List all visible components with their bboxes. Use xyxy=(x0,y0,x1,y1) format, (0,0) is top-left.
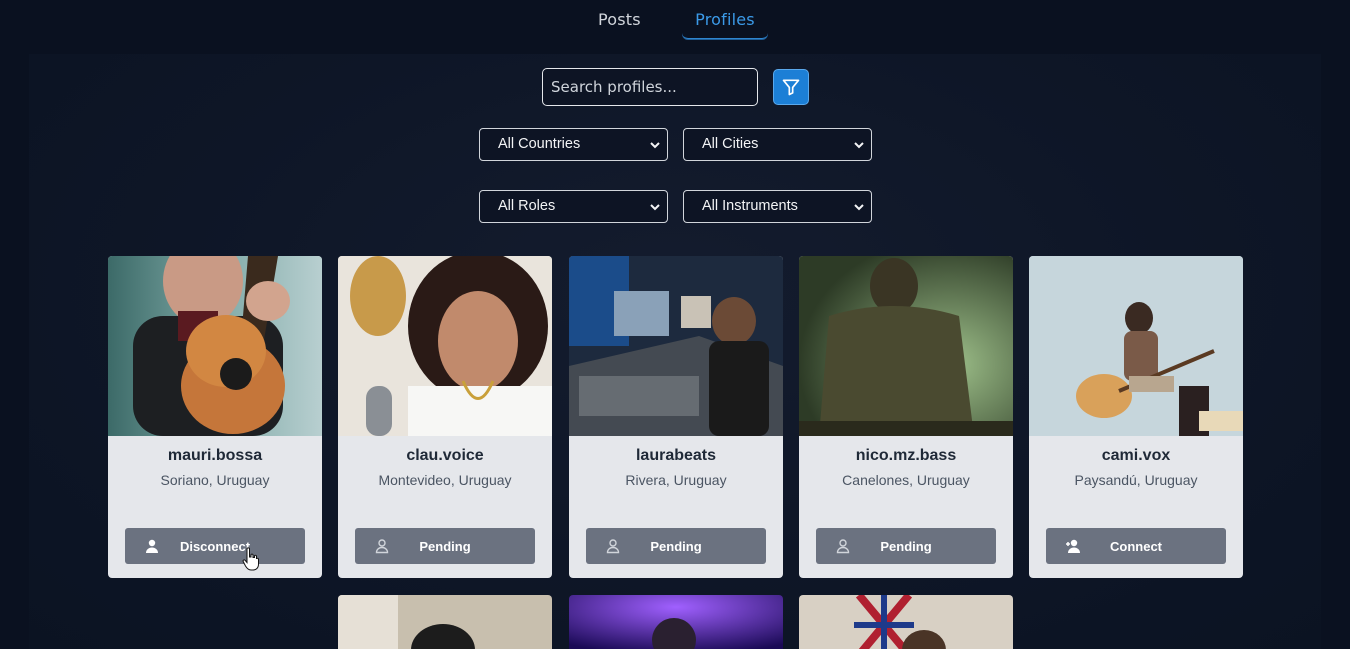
profile-name: clau.voice xyxy=(406,447,484,464)
profile-photo[interactable] xyxy=(569,595,783,649)
chevron-down-icon xyxy=(650,142,660,149)
user-icon xyxy=(836,539,850,554)
user-add-icon xyxy=(1066,539,1080,553)
filter-button[interactable] xyxy=(773,69,809,105)
chevron-down-icon xyxy=(854,204,864,211)
pending-button[interactable]: Pending xyxy=(816,528,996,564)
profile-card[interactable] xyxy=(338,595,552,649)
profile-photo[interactable] xyxy=(799,595,1013,649)
country-select-value: All Countries xyxy=(498,136,581,152)
search-input[interactable] xyxy=(542,68,758,106)
role-select-value: All Roles xyxy=(498,198,556,214)
profile-photo[interactable] xyxy=(108,256,322,436)
profile-location: Montevideo, Uruguay xyxy=(378,472,512,488)
profile-name: mauri.bossa xyxy=(167,447,263,464)
profile-name: cami.vox xyxy=(1101,447,1171,464)
profile-card[interactable]: nico.mz.bass Canelones, Uruguay Pending xyxy=(799,256,1013,578)
profile-photo[interactable] xyxy=(569,256,783,436)
chevron-down-icon xyxy=(650,204,660,211)
user-icon xyxy=(146,539,158,553)
role-select[interactable]: All Roles xyxy=(479,190,668,223)
connect-button[interactable]: Connect xyxy=(1046,528,1226,564)
hand-cursor-icon xyxy=(242,547,259,571)
profile-location: Paysandú, Uruguay xyxy=(1074,472,1198,488)
profile-card[interactable]: cami.vox Paysandú, Uruguay Connect xyxy=(1029,256,1243,578)
profile-card[interactable] xyxy=(569,595,783,649)
profile-location: Canelones, Uruguay xyxy=(842,472,970,488)
pending-button[interactable]: Pending xyxy=(355,528,535,564)
filter-icon xyxy=(782,79,800,96)
tab-posts[interactable]: Posts xyxy=(584,0,655,39)
profile-card[interactable]: clau.voice Montevideo, Uruguay Pending xyxy=(338,256,552,578)
country-select[interactable]: All Countries xyxy=(479,128,668,161)
city-select-value: All Cities xyxy=(702,136,759,152)
profile-location: Soriano, Uruguay xyxy=(160,472,270,488)
profile-location: Rivera, Uruguay xyxy=(625,472,727,488)
pending-button[interactable]: Pending xyxy=(586,528,766,564)
tab-profiles[interactable]: Profiles xyxy=(682,0,768,39)
profile-card[interactable]: laurabeats Rivera, Uruguay Pending xyxy=(569,256,783,578)
profile-photo[interactable] xyxy=(338,256,552,436)
instrument-select-value: All Instruments xyxy=(702,198,798,214)
chevron-down-icon xyxy=(854,142,864,149)
user-icon xyxy=(375,539,389,554)
tab-bar: Posts Profiles xyxy=(0,0,1350,40)
profile-photo[interactable] xyxy=(338,595,552,649)
instrument-select[interactable]: All Instruments xyxy=(683,190,872,223)
profile-photo[interactable] xyxy=(799,256,1013,436)
disconnect-button[interactable]: Disconnect xyxy=(125,528,305,564)
profile-name: laurabeats xyxy=(635,447,717,464)
profile-photo[interactable] xyxy=(1029,256,1243,436)
user-icon xyxy=(606,539,620,554)
city-select[interactable]: All Cities xyxy=(683,128,872,161)
profile-card[interactable] xyxy=(799,595,1013,649)
profile-name: nico.mz.bass xyxy=(855,447,957,464)
profile-card[interactable]: mauri.bossa Soriano, Uruguay Disconnect xyxy=(108,256,322,578)
